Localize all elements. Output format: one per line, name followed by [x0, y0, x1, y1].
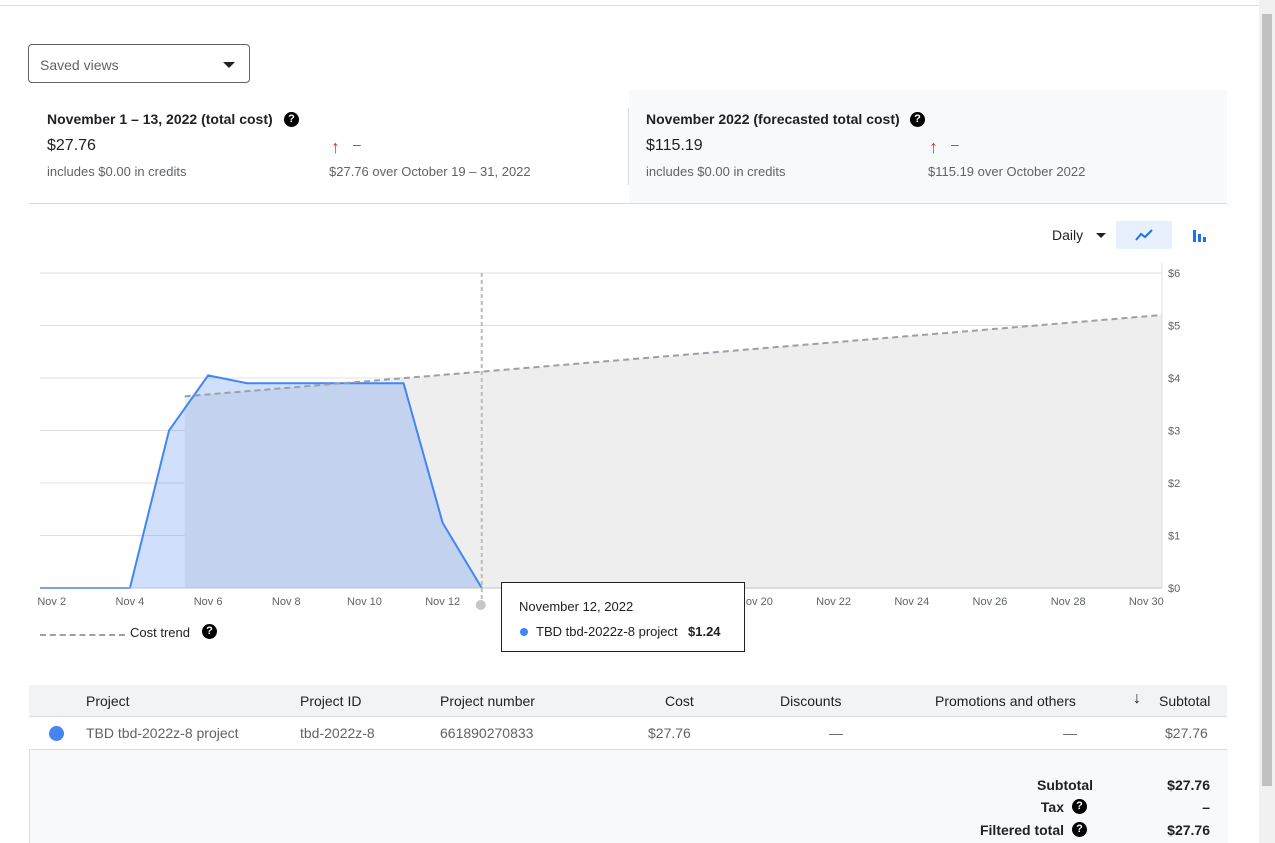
- tax-value: –: [1202, 799, 1210, 815]
- cell-project-id: tbd-2022z-8: [300, 725, 375, 741]
- cell-subtotal: $27.76: [1165, 725, 1208, 741]
- line-chart-icon: [1135, 229, 1153, 241]
- project-color-swatch: [49, 726, 64, 741]
- forecast-credits: includes $0.00 in credits: [646, 164, 786, 179]
- cell-project-number: 661890270833: [440, 725, 534, 741]
- cell-project: TBD tbd-2022z-8 project: [86, 725, 239, 741]
- x-tick-label: Nov 2: [37, 596, 66, 608]
- col-subtotal[interactable]: Subtotal: [1159, 693, 1210, 709]
- current-credits: includes $0.00 in credits: [47, 164, 187, 179]
- scrollbar-thumb[interactable]: [1262, 14, 1272, 786]
- x-tick-label: Nov 10: [347, 596, 382, 608]
- x-tick-label: Nov 8: [272, 596, 301, 608]
- col-discounts[interactable]: Discounts: [780, 693, 841, 709]
- forecast-cost-title: November 2022 (forecasted total cost): [646, 111, 900, 127]
- table-row[interactable]: TBD tbd-2022z-8 project tbd-2022z-8 6618…: [29, 717, 1227, 750]
- current-cost-title: November 1 – 13, 2022 (total cost): [47, 111, 273, 127]
- y-tick-label: $4: [1168, 373, 1180, 385]
- y-tick-label: $2: [1168, 478, 1180, 490]
- x-tick-label: Nov 4: [116, 596, 145, 608]
- filtered-total-label: Filtered total: [979, 822, 1064, 838]
- tax-label: Tax: [1040, 799, 1064, 815]
- y-tick-label: $6: [1168, 268, 1180, 280]
- col-project[interactable]: Project: [86, 693, 130, 709]
- current-comparison: $27.76 over October 19 – 31, 2022: [329, 164, 531, 179]
- col-promotions[interactable]: Promotions and others: [935, 693, 1076, 709]
- x-tick-label: Nov 26: [973, 596, 1008, 608]
- subtotal-label: Subtotal: [1037, 777, 1093, 793]
- series-swatch: [520, 628, 528, 636]
- y-tick-label: $1: [1168, 531, 1180, 543]
- totals-panel: Subtotal $27.76 Tax ? – Filtered total ?…: [29, 750, 1228, 843]
- y-tick-label: $5: [1168, 321, 1180, 333]
- dropdown-caret-icon[interactable]: [1096, 233, 1106, 238]
- cost-summary-card: November 1 – 13, 2022 (total cost) ? $27…: [29, 90, 1227, 204]
- increase-arrow-icon: ↑: [331, 137, 340, 157]
- cell-promotions: —: [1063, 725, 1077, 741]
- granularity-dropdown[interactable]: Daily: [1052, 227, 1083, 243]
- x-tick-label: Nov 12: [425, 596, 460, 608]
- tooltip-value: $1.24: [688, 624, 721, 639]
- bar-chart-toggle[interactable]: [1186, 221, 1214, 249]
- line-chart-toggle[interactable]: [1116, 221, 1172, 249]
- table-header: Project Project ID Project number Cost D…: [29, 685, 1227, 717]
- forecast-panel: [629, 90, 1227, 203]
- tooltip-date: November 12, 2022: [519, 599, 634, 614]
- y-tick-label: $3: [1168, 426, 1180, 438]
- forecast-cost-amount: $115.19: [646, 137, 703, 154]
- x-tick-label: Nov 30: [1129, 596, 1164, 608]
- x-tick-label: Nov 28: [1051, 596, 1086, 608]
- hover-cursor-dot: [475, 600, 486, 610]
- summary-divider: [628, 108, 629, 185]
- cell-cost: $27.76: [648, 725, 691, 741]
- forecast-change: –: [951, 136, 959, 152]
- x-tick-label: Nov 22: [816, 596, 851, 608]
- bar-chart-icon: [1193, 230, 1206, 242]
- x-tick-label: Nov 6: [194, 596, 223, 608]
- col-cost[interactable]: Cost: [665, 693, 694, 709]
- filtered-total-value: $27.76: [1167, 822, 1210, 838]
- dropdown-caret-icon: [223, 62, 235, 68]
- vertical-scrollbar[interactable]: [1259, 0, 1275, 843]
- cost-trend-legend-line: [40, 634, 125, 636]
- sort-descending-icon[interactable]: ↓: [1133, 690, 1141, 708]
- saved-views-dropdown[interactable]: Saved views: [28, 44, 250, 83]
- y-tick-label: $0: [1168, 583, 1180, 595]
- col-project-id[interactable]: Project ID: [300, 693, 361, 709]
- forecast-comparison: $115.19 over October 2022: [928, 164, 1086, 179]
- help-icon[interactable]: ?: [1072, 799, 1087, 814]
- current-cost-amount: $27.76: [47, 137, 96, 154]
- tooltip-series: TBD tbd-2022z-8 project: [536, 624, 678, 639]
- col-project-number[interactable]: Project number: [440, 693, 535, 709]
- x-tick-label: Nov 24: [894, 596, 929, 608]
- cost-trend-legend-label: Cost trend: [130, 625, 190, 640]
- help-icon[interactable]: ?: [910, 112, 925, 127]
- current-change: –: [353, 136, 361, 152]
- subtotal-value: $27.76: [1167, 777, 1210, 793]
- help-icon[interactable]: ?: [284, 112, 299, 127]
- chart-tooltip: November 12, 2022 TBD tbd-2022z-8 projec…: [501, 582, 745, 652]
- cost-chart[interactable]: $0 $1 $2 $3 $4 $5 $6 Nov 2 Nov 4 Nov 6 Nov 8 Nov 10…: [0, 255, 1200, 615]
- help-icon[interactable]: ?: [202, 624, 217, 639]
- top-divider: [0, 5, 1259, 6]
- help-icon[interactable]: ?: [1072, 822, 1087, 837]
- cell-discounts: —: [829, 725, 843, 741]
- increase-arrow-icon: ↑: [929, 137, 938, 157]
- saved-views-label: Saved views: [40, 57, 119, 73]
